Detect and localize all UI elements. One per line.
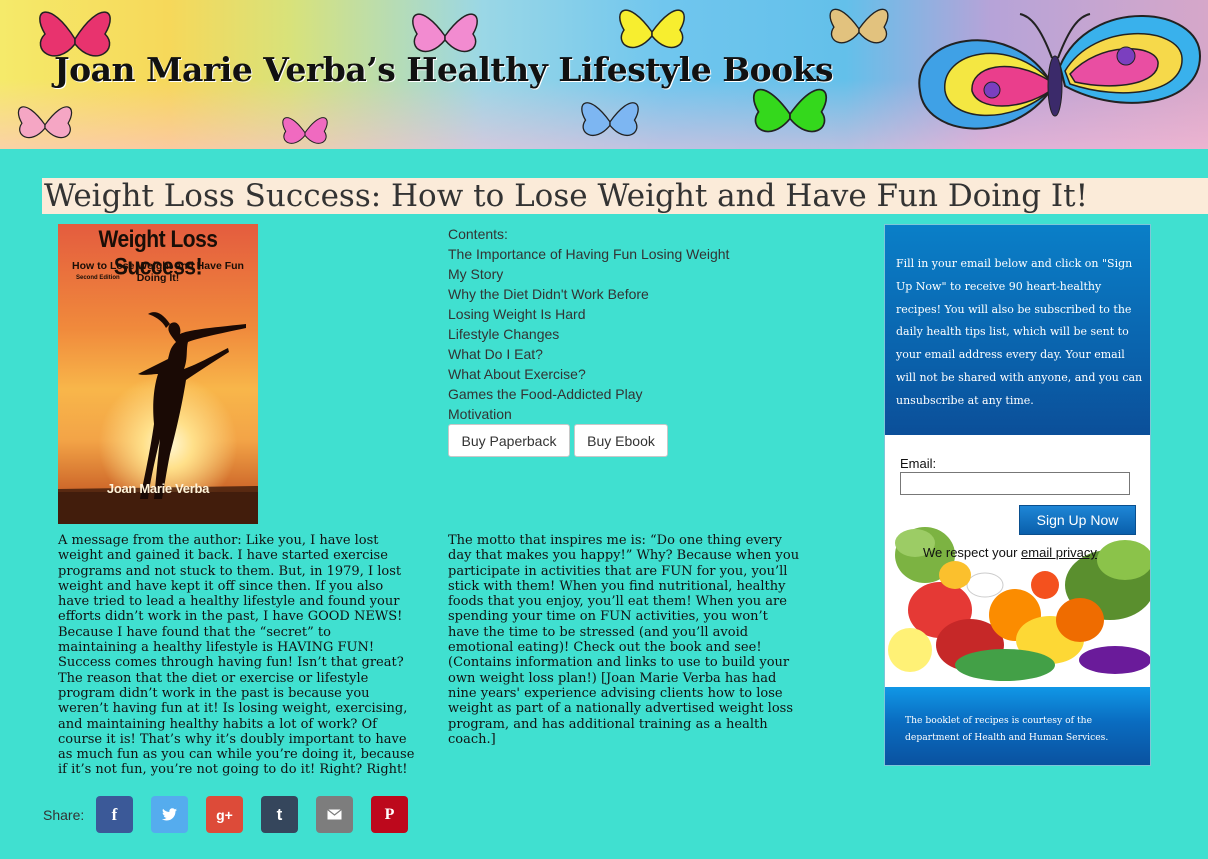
motto-line: spending your time on FUN activities, yo…: [448, 609, 768, 625]
twitter-icon: [162, 808, 177, 821]
author-message-line: course it is! That’s why it’s doubly imp…: [58, 731, 407, 747]
google-plus-share-button[interactable]: g+: [206, 796, 243, 833]
share-label: Share:: [43, 807, 85, 823]
contents-heading: Contents:: [448, 226, 508, 242]
author-message-line: programs and not stuck to them. But, in …: [58, 563, 402, 579]
motto-line: weight as part of a nationally advertise…: [448, 701, 794, 717]
motto-line: nine years' experience advising clients …: [448, 685, 783, 701]
buy-paperback-button[interactable]: Buy Paperback: [448, 424, 570, 457]
contents-item: What Do I Eat?: [448, 346, 543, 362]
banner-title: Joan Marie Verba’s Healthy Lifestyle Boo…: [54, 50, 834, 89]
motto-line: emotional eating)! Check out the book an…: [448, 640, 762, 656]
header-banner: Joan Marie Verba’s Healthy Lifestyle Boo…: [0, 0, 1208, 149]
motto-text: The motto that inspires me is: “Do one t…: [448, 533, 818, 747]
contents-item: The Importance of Having Fun Losing Weig…: [448, 246, 730, 262]
signup-intro: Fill in your email below and click on "S…: [896, 257, 1143, 407]
contents-item: Why the Diet Didn't Work Before: [448, 286, 649, 302]
page-title: Weight Loss Success: How to Lose Weight …: [42, 178, 1208, 214]
butterfly-image: [282, 117, 328, 144]
contents-item: Losing Weight Is Hard: [448, 306, 586, 322]
vegetables-image: [885, 515, 1150, 687]
privacy-notice: We respect your email privacy: [923, 545, 1097, 560]
sign-up-now-button[interactable]: Sign Up Now: [1019, 505, 1136, 535]
butterfly-image: [581, 102, 639, 137]
cover-author: Joan Marie Verba: [106, 481, 210, 496]
motto-line: day that makes you happy!” Why? Because …: [448, 548, 800, 564]
motto-line: own weight loss plan!) [Joan Marie Verba…: [448, 670, 777, 686]
author-message-line: have tried to lead a healthy lifestyle a…: [58, 594, 400, 610]
motto-line: participate in activities that are FUN f…: [448, 563, 788, 579]
author-message-line: The reason that the diet or exercise or …: [58, 670, 369, 686]
contents-item: What About Exercise?: [448, 366, 586, 382]
pinterest-share-button[interactable]: P: [371, 796, 408, 833]
big-butterfly-image: [918, 13, 1202, 130]
author-message-line: weren’t having fun at it! Is losing weig…: [58, 701, 408, 717]
motto-line: coach.]: [448, 731, 496, 747]
motto-line: stick with them! When you find nutrition…: [448, 578, 786, 594]
google-plus-icon: g+: [216, 806, 233, 823]
motto-line: have the time to be stressed (and you’ll…: [448, 624, 749, 640]
twitter-share-button[interactable]: ❧: [151, 796, 188, 833]
contents-list: Contents: The Importance of Having Fun L…: [448, 225, 848, 425]
butterfly-image: [753, 88, 827, 133]
motto-line: The motto that inspires me is: “Do one t…: [448, 533, 782, 548]
email-input[interactable]: [900, 472, 1130, 495]
author-message-line: Success comes through having fun! Isn’t …: [58, 655, 404, 671]
author-message-line: program didn’t work in the past is becau…: [58, 685, 370, 701]
email-share-button[interactable]: ✉: [316, 796, 353, 833]
author-message-line: maintaining a healthy lifestyle is HAVIN…: [58, 640, 375, 656]
email-signup-widget: Fill in your email below and click on "S…: [884, 224, 1151, 766]
author-message: A message from the author: Like you, I h…: [58, 533, 428, 778]
author-message-line: if it’s not fun, you’re not going to do …: [58, 762, 408, 778]
email-privacy-link[interactable]: email privacy: [1021, 545, 1097, 560]
contents-item: Games the Food-Addicted Play: [448, 386, 643, 402]
motto-line: program, and has additional training as …: [448, 716, 768, 732]
contents-item: Motivation: [448, 406, 512, 422]
facebook-icon: f: [111, 804, 118, 824]
author-message-line: weight and gained it back. I have starte…: [58, 548, 388, 564]
motto-line: foods that you enjoy, you’ll eat them! W…: [448, 594, 787, 610]
email-icon: [327, 809, 342, 820]
author-message-line: as much fun as you can while you’re doin…: [58, 747, 415, 763]
email-label: Email:: [900, 456, 937, 471]
contents-item: My Story: [448, 266, 504, 282]
signup-header: Fill in your email below and click on "S…: [885, 225, 1150, 435]
recipes-credit: The booklet of recipes is courtesy of th…: [905, 715, 1109, 743]
signup-footer: The booklet of recipes is courtesy of th…: [885, 687, 1150, 765]
privacy-notice-text: We respect your: [923, 545, 1022, 560]
buy-ebook-button[interactable]: Buy Ebook: [574, 424, 668, 457]
tumblr-icon: t: [276, 804, 283, 824]
butterfly-image: [17, 106, 73, 139]
tumblr-share-button[interactable]: t: [261, 796, 298, 833]
author-message-line: efforts didn’t work in the past, I have …: [58, 609, 403, 625]
author-message-line: A message from the author: Like you, I h…: [58, 533, 379, 548]
author-message-line: Because I have found that the “secret” t…: [58, 624, 331, 640]
contents-item: Lifestyle Changes: [448, 326, 560, 342]
butterfly-image: [829, 8, 889, 44]
cover-edition: Second Edition: [76, 275, 120, 281]
author-message-line: weight and have kept it off since then. …: [58, 578, 384, 594]
book-cover-image[interactable]: Weight Loss Success! How to Lose Weight …: [58, 224, 258, 524]
facebook-share-button[interactable]: f: [96, 796, 133, 833]
author-message-line: and maintaining healthy habits a lot of …: [58, 716, 377, 732]
pinterest-icon: P: [384, 805, 395, 823]
motto-line: (Contains information and links to use t…: [448, 655, 790, 671]
